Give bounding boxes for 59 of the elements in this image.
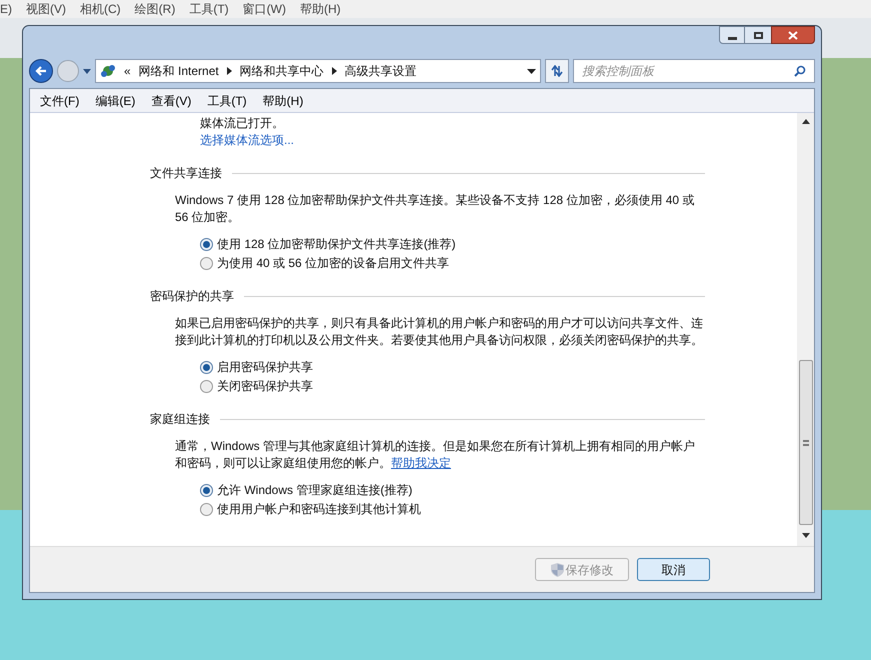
search-icon — [794, 65, 806, 77]
menu-item[interactable]: 视图(V) — [26, 0, 66, 18]
scroll-down-icon[interactable] — [802, 533, 810, 538]
radio-button[interactable] — [200, 361, 213, 374]
radio-button[interactable] — [200, 238, 213, 251]
radio-label[interactable]: 允许 Windows 管理家庭组连接(推荐) — [217, 482, 412, 499]
menu-item[interactable]: 帮助(H) — [262, 92, 304, 110]
section-heading: 家庭组连接 — [150, 411, 210, 428]
radio-label[interactable]: 使用 128 位加密帮助保护文件共享连接(推荐) — [217, 236, 456, 253]
network-icon — [100, 63, 116, 79]
refresh-button[interactable] — [545, 59, 569, 83]
scroll-thumb[interactable] — [798, 360, 812, 525]
address-bar[interactable]: « 网络和 Internet 网络和共享中心 高级共享设置 — [95, 59, 541, 83]
search-box[interactable]: 搜索控制面板 — [573, 59, 815, 83]
section-description: 如果已启用密码保护的共享，则只有具备此计算机的用户帐户和密码的用户才可以访问共享文件、连接到此计算机的打印机以及公用文件夹。若要使其他用户具备访问权限，必须关闭密码保护的共享。 — [175, 315, 704, 349]
search-field[interactable]: 搜索控制面板 — [582, 62, 794, 80]
menu-item[interactable]: 帮助(H) — [300, 0, 341, 18]
menu-item[interactable]: 查看(V) — [151, 92, 192, 110]
breadcrumb-item[interactable]: 网络和 Internet — [138, 62, 219, 80]
address-prefix[interactable]: « — [124, 62, 131, 80]
dialog-button[interactable]: 取消 — [637, 558, 710, 581]
radio-button[interactable] — [200, 380, 213, 393]
radio-button[interactable] — [200, 484, 213, 497]
dropdown-icon[interactable] — [527, 68, 536, 74]
radio-button[interactable] — [200, 257, 213, 270]
radio-label[interactable]: 关闭密码保护共享 — [217, 378, 313, 395]
radio-label[interactable]: 使用用户帐户和密码连接到其他计算机 — [217, 501, 421, 518]
chevron-icon[interactable] — [226, 67, 232, 75]
chevron-icon[interactable] — [332, 67, 337, 75]
back-button[interactable] — [29, 59, 53, 83]
breadcrumb-item[interactable]: 高级共享设置 — [344, 62, 417, 80]
media-options-link[interactable]: 选择媒体流选项... — [200, 132, 797, 149]
menu-item[interactable]: 绘图(R) — [134, 0, 176, 18]
menu-item[interactable]: 工具(T) — [207, 92, 247, 110]
section-heading: 密码保护的共享 — [150, 288, 234, 305]
close-button[interactable] — [771, 26, 815, 44]
section-description: 通常，Windows 管理与其他家庭组计算机的连接。但是如果您在所有计算机上拥有相同的用户帐户和密码，则可以让家庭组使用您的帐户。帮助我决定 — [175, 438, 696, 472]
menu-item[interactable]: 文件(F) — [40, 92, 80, 110]
maximize-button[interactable] — [745, 26, 771, 44]
menu-item[interactable]: 工具(T) — [189, 0, 229, 18]
scroll-up-icon[interactable] — [802, 119, 810, 124]
breadcrumb-item[interactable]: 网络和共享中心 — [240, 62, 324, 80]
menu-item[interactable]: 编辑(E) — [95, 92, 136, 110]
shield-icon — [550, 562, 564, 576]
refresh-arrows-icon — [550, 65, 564, 77]
menu-item[interactable]: 相机(C) — [80, 0, 121, 18]
radio-label[interactable]: 为使用 40 或 56 位加密的设备启用文件共享 — [217, 255, 450, 272]
back-arrow-icon — [35, 66, 47, 76]
scrollbar[interactable] — [797, 113, 814, 546]
minimize-button[interactable] — [719, 26, 745, 44]
close-icon — [788, 30, 798, 40]
status-text: 媒体流已打开。 — [200, 115, 285, 132]
radio-button[interactable] — [200, 503, 213, 516]
menu-item[interactable]: E) — [0, 0, 12, 18]
section-heading: 文件共享连接 — [150, 165, 222, 182]
radio-label[interactable]: 启用密码保护共享 — [217, 359, 313, 376]
help-link[interactable]: 帮助我决定 — [391, 456, 451, 470]
section-description: Windows 7 使用 128 位加密帮助保护文件共享连接。某些设备不支持 128 位加密，必须使用 40 或 56 位加密。 — [175, 192, 696, 226]
menu-item[interactable]: 窗口(W) — [242, 0, 286, 18]
